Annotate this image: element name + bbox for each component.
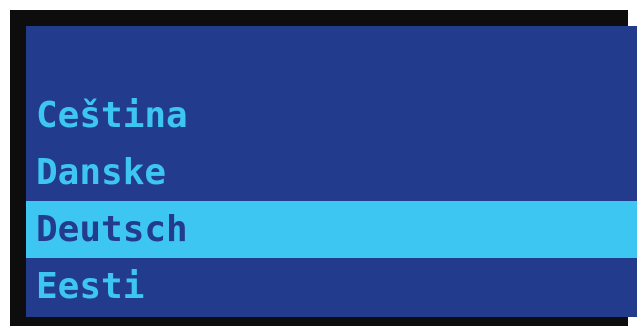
language-item-deutsch[interactable]: Deutsch	[26, 201, 637, 258]
language-item-cestina[interactable]: Ceština	[26, 87, 637, 144]
language-item-eesti[interactable]: Eesti	[26, 258, 637, 315]
language-list: Ceština Danske Deutsch Eesti	[26, 87, 637, 315]
language-menu-screen: Ceština Danske Deutsch Eesti	[26, 26, 637, 317]
language-item-danske[interactable]: Danske	[26, 144, 637, 201]
